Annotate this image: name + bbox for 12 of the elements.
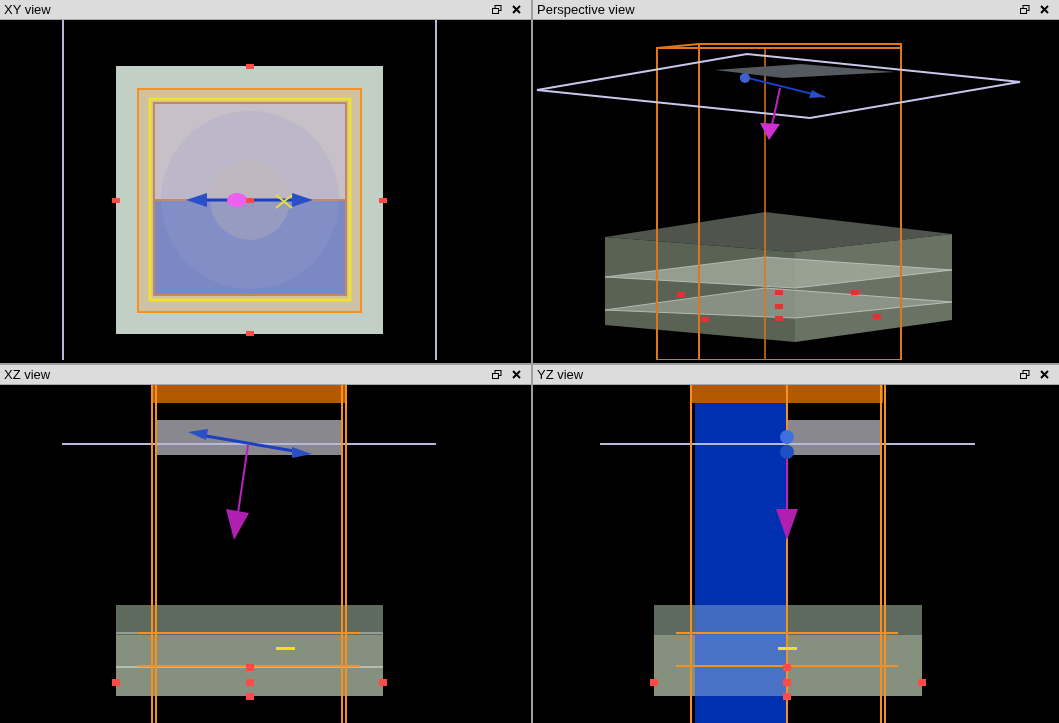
restore-icon[interactable] (1020, 4, 1030, 15)
close-icon[interactable] (512, 370, 521, 379)
panel-title: Perspective view (537, 3, 636, 16)
close-icon[interactable] (512, 5, 521, 14)
restore-icon[interactable] (492, 369, 502, 380)
restore-icon[interactable] (1020, 369, 1030, 380)
panel-title: XY view (4, 3, 52, 16)
restore-icon[interactable] (492, 4, 502, 15)
panel-title: YZ view (537, 368, 585, 381)
close-icon[interactable] (1040, 5, 1049, 14)
panel-title: XZ view (4, 368, 52, 381)
close-icon[interactable] (1040, 370, 1049, 379)
